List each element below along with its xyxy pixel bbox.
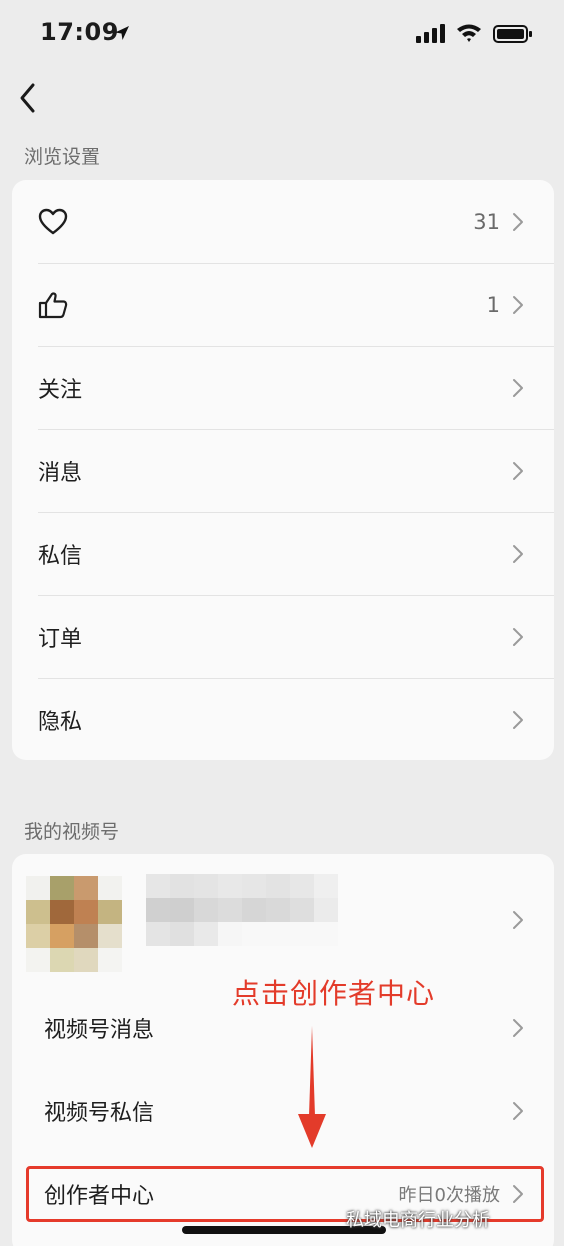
row-label: 订单	[38, 626, 83, 652]
list-item-favorites[interactable]: 31	[12, 180, 554, 263]
channel-profile-row[interactable]	[12, 854, 554, 986]
annotation-label: 点击创作者中心	[232, 977, 436, 1010]
row-label: 关注	[38, 377, 83, 403]
list-item-channel-private-messages[interactable]: 视频号私信	[12, 1069, 554, 1152]
wifi-icon	[457, 24, 481, 42]
list-item-private-messages[interactable]: 私信	[12, 512, 554, 595]
chevron-right-icon	[513, 710, 523, 729]
chevron-right-icon	[513, 1101, 523, 1120]
list-item-follow[interactable]: 关注	[12, 346, 554, 429]
list-item-messages[interactable]: 消息	[12, 429, 554, 512]
watermark: 私域电商行业分析	[346, 1210, 490, 1231]
chevron-right-icon	[513, 378, 523, 397]
list-item-privacy[interactable]: 隐私	[12, 678, 554, 761]
status-bar: 17:09	[0, 0, 564, 70]
favorites-count: 31	[473, 209, 500, 234]
chevron-right-icon	[513, 627, 523, 646]
heart-icon	[38, 208, 68, 234]
channel-name-blurred	[146, 874, 338, 946]
likes-count: 1	[486, 292, 500, 317]
arrow-down-icon	[298, 1026, 326, 1148]
section-title-channels: 我的视频号	[24, 821, 120, 843]
row-label: 视频号私信	[44, 1100, 155, 1126]
chevron-right-icon	[513, 544, 523, 563]
row-label: 隐私	[38, 709, 83, 735]
battery-icon	[493, 25, 532, 43]
row-label: 视频号消息	[44, 1017, 155, 1043]
chevron-right-icon	[513, 212, 523, 231]
chevron-right-icon	[513, 1018, 523, 1037]
row-label: 私信	[38, 543, 83, 569]
back-chevron-icon[interactable]	[14, 80, 44, 116]
thumbs-up-icon	[38, 291, 68, 318]
chevron-right-icon	[513, 911, 523, 929]
cellular-signal-icon	[416, 24, 445, 43]
section-title-browse: 浏览设置	[24, 146, 101, 168]
chevron-right-icon	[513, 295, 523, 314]
list-item-likes[interactable]: 1	[12, 263, 554, 346]
location-arrow-icon	[115, 26, 129, 40]
status-time: 17:09	[40, 18, 119, 46]
chevron-right-icon	[513, 461, 523, 480]
row-label: 消息	[38, 460, 83, 486]
avatar	[26, 876, 122, 972]
browse-settings-card: 31 1 关注 消息 私信 订单 隐私	[12, 180, 554, 760]
list-item-orders[interactable]: 订单	[12, 595, 554, 678]
